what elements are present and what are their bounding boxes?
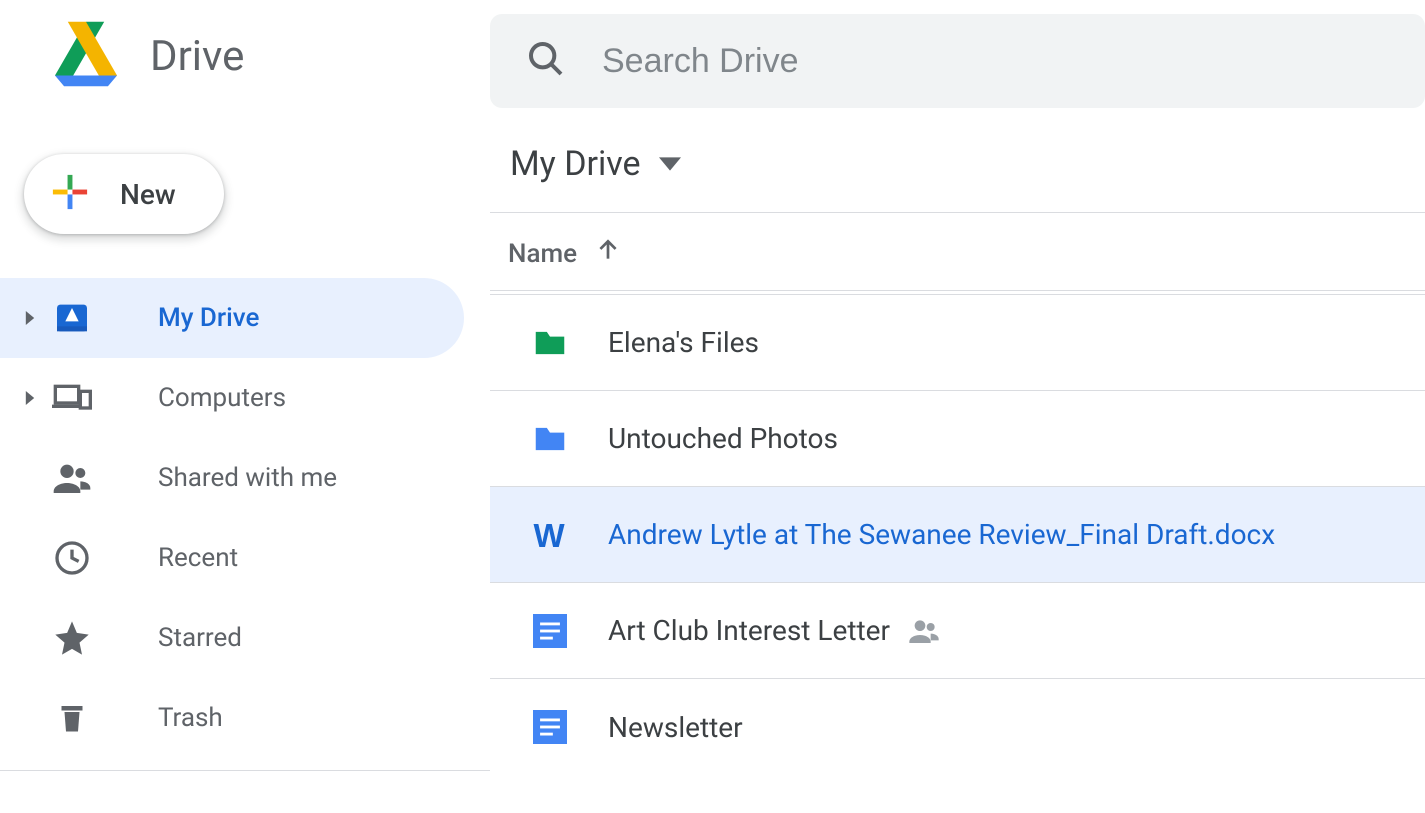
file-name: Art Club Interest Letter: [608, 614, 890, 647]
sidebar-item-label: Shared with me: [158, 463, 337, 493]
expand-arrow-icon[interactable]: [20, 391, 40, 405]
search-bar[interactable]: [490, 14, 1425, 108]
file-row-gdoc[interactable]: Art Club Interest Letter: [490, 583, 1425, 679]
file-name: Elena's Files: [608, 326, 759, 359]
breadcrumb[interactable]: My Drive: [490, 144, 1425, 213]
sidebar-item-label: Recent: [158, 543, 238, 573]
file-row-folder[interactable]: Untouched Photos: [490, 391, 1425, 487]
plus-icon: [48, 170, 92, 218]
search-input[interactable]: [602, 42, 1425, 81]
file-name: Andrew Lytle at The Sewanee Review_Final…: [608, 518, 1275, 551]
file-row-folder[interactable]: Elena's Files: [490, 295, 1425, 391]
people-icon: [50, 458, 94, 498]
main-content: My Drive Name Elena's Files Untouched Ph…: [490, 0, 1425, 813]
sidebar-item-my-drive[interactable]: My Drive: [0, 278, 464, 358]
new-button-label: New: [120, 178, 176, 211]
folder-blue-icon: [530, 420, 570, 458]
sidebar-item-label: My Drive: [158, 303, 259, 333]
file-name: Untouched Photos: [608, 422, 838, 455]
sidebar-item-label: Starred: [158, 623, 242, 653]
drive-icon: [50, 298, 94, 338]
sidebar-item-label: Computers: [158, 383, 286, 413]
sidebar-item-shared[interactable]: Shared with me: [0, 438, 464, 518]
column-header-name: Name: [508, 239, 577, 269]
file-row-docx[interactable]: W Andrew Lytle at The Sewanee Review_Fin…: [490, 487, 1425, 583]
breadcrumb-title: My Drive: [510, 144, 641, 184]
sidebar-item-label: Trash: [158, 703, 223, 733]
drive-logo-icon: [50, 18, 122, 94]
dropdown-arrow-icon[interactable]: [659, 144, 681, 184]
sidebar: Drive New My Drive Computers Shared: [0, 0, 490, 813]
file-name: Newsletter: [608, 711, 743, 744]
new-button[interactable]: New: [24, 154, 224, 234]
sort-ascending-icon[interactable]: [595, 237, 621, 270]
sidebar-item-computers[interactable]: Computers: [0, 358, 464, 438]
app-logo-row: Drive: [0, 18, 490, 94]
computers-icon: [50, 378, 94, 418]
clock-icon: [50, 538, 94, 578]
search-icon: [526, 39, 566, 83]
sidebar-item-starred[interactable]: Starred: [0, 598, 464, 678]
shared-indicator-icon: [908, 615, 940, 647]
sidebar-item-recent[interactable]: Recent: [0, 518, 464, 598]
gdoc-icon: [530, 710, 570, 744]
app-name: Drive: [150, 32, 244, 81]
star-icon: [50, 618, 94, 658]
svg-text:W: W: [534, 517, 566, 553]
column-header-row[interactable]: Name: [490, 213, 1425, 291]
file-row-gdoc[interactable]: Newsletter: [490, 679, 1425, 775]
sidebar-item-trash[interactable]: Trash: [0, 678, 464, 758]
trash-icon: [50, 700, 94, 736]
word-icon: W: [530, 517, 570, 553]
folder-green-icon: [530, 324, 570, 362]
gdoc-icon: [530, 614, 570, 648]
expand-arrow-icon[interactable]: [20, 311, 40, 325]
sidebar-nav: My Drive Computers Shared with me Recent: [0, 278, 490, 771]
